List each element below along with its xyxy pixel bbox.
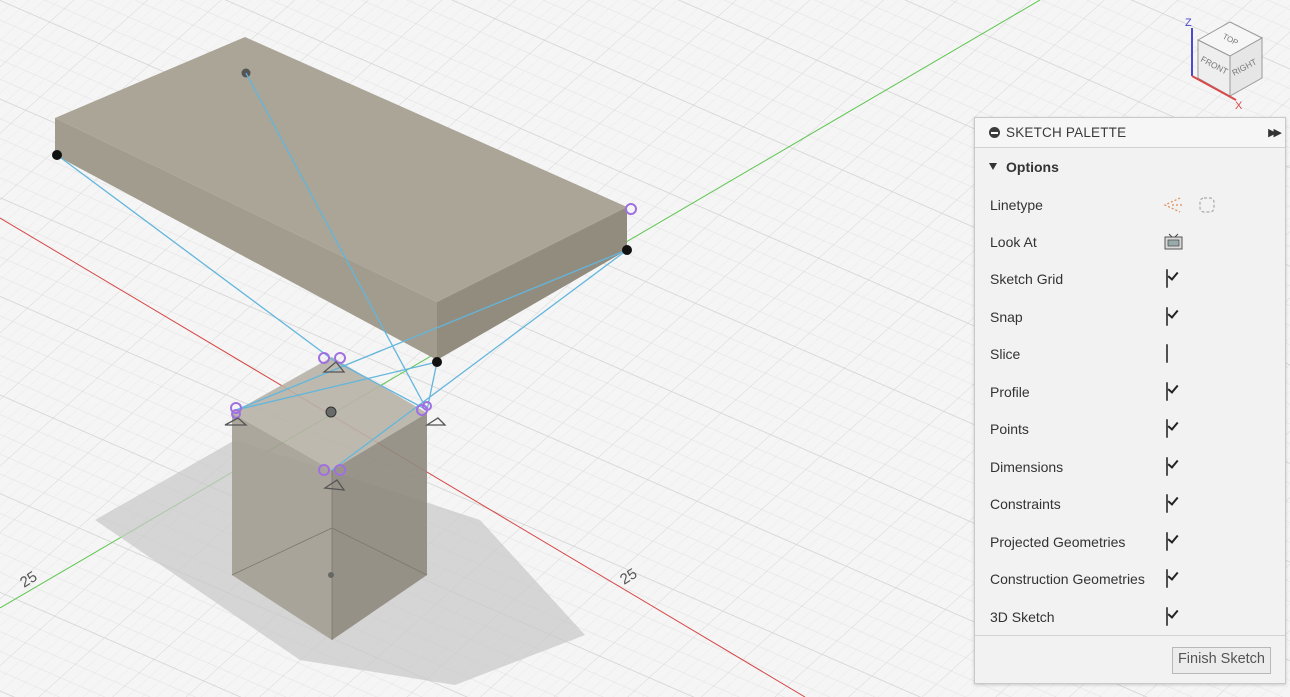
option-projected-geometries: Projected Geometries (975, 523, 1285, 560)
option-label: 3D Sketch (990, 608, 1055, 625)
option-look-at: Look At (975, 223, 1285, 260)
option-label: Snap (990, 308, 1023, 325)
3d-sketch-checkbox[interactable] (1166, 607, 1168, 626)
option-label: Sketch Grid (990, 270, 1064, 287)
expand-icon[interactable]: ▶▶ (1268, 126, 1282, 139)
construction-geometries-checkbox[interactable] (1166, 569, 1168, 588)
constraints-checkbox[interactable] (1166, 494, 1168, 513)
dimensions-checkbox[interactable] (1166, 457, 1168, 476)
snap-checkbox[interactable] (1166, 307, 1168, 326)
centerline-linetype-icon[interactable] (1197, 195, 1219, 220)
palette-footer: Finish Sketch (975, 635, 1285, 683)
option-label: Projected Geometries (990, 533, 1126, 550)
caret-down-icon (989, 163, 997, 170)
options-title: Options (1006, 158, 1059, 175)
option-snap: Snap (975, 298, 1285, 335)
construction-linetype-icon[interactable] (1162, 195, 1184, 220)
viewcube-x-label: X (1235, 100, 1243, 112)
points-checkbox[interactable] (1166, 419, 1168, 438)
look-at-icon[interactable] (1164, 233, 1184, 256)
option-label: Profile (990, 383, 1030, 400)
palette-title: SKETCH PALETTE (1006, 125, 1127, 140)
option-3d-sketch: 3D Sketch (975, 598, 1285, 635)
option-sketch-grid: Sketch Grid (975, 260, 1285, 297)
finish-sketch-button[interactable]: Finish Sketch (1171, 647, 1271, 674)
sketch-grid-checkbox[interactable] (1166, 269, 1168, 288)
option-construction-geometries: Construction Geometries (975, 560, 1285, 597)
viewcube-z-label: Z (1185, 17, 1192, 29)
options-section: Options Linetype Look At Sketch Grid Sna… (975, 148, 1285, 626)
option-label: Linetype (990, 196, 1043, 213)
slice-checkbox[interactable] (1166, 344, 1168, 363)
options-header[interactable]: Options (975, 148, 1285, 185)
palette-header: SKETCH PALETTE ▶▶ (975, 118, 1285, 148)
sketch-palette[interactable]: SKETCH PALETTE ▶▶ Options Linetype Look … (974, 117, 1286, 684)
option-label: Dimensions (990, 458, 1064, 475)
option-points: Points (975, 410, 1285, 447)
profile-checkbox[interactable] (1166, 382, 1168, 401)
collapse-icon[interactable] (989, 127, 1000, 138)
option-label: Look At (990, 233, 1037, 250)
option-linetype: Linetype (975, 186, 1285, 223)
option-constraints: Constraints (975, 485, 1285, 522)
option-label: Constraints (990, 495, 1061, 512)
option-label: Points (990, 420, 1029, 437)
option-label: Slice (990, 345, 1021, 362)
option-slice: Slice (975, 335, 1285, 372)
option-profile: Profile (975, 373, 1285, 410)
option-label: Construction Geometries (990, 570, 1145, 587)
option-dimensions: Dimensions (975, 448, 1285, 485)
projected-geometries-checkbox[interactable] (1166, 532, 1168, 551)
